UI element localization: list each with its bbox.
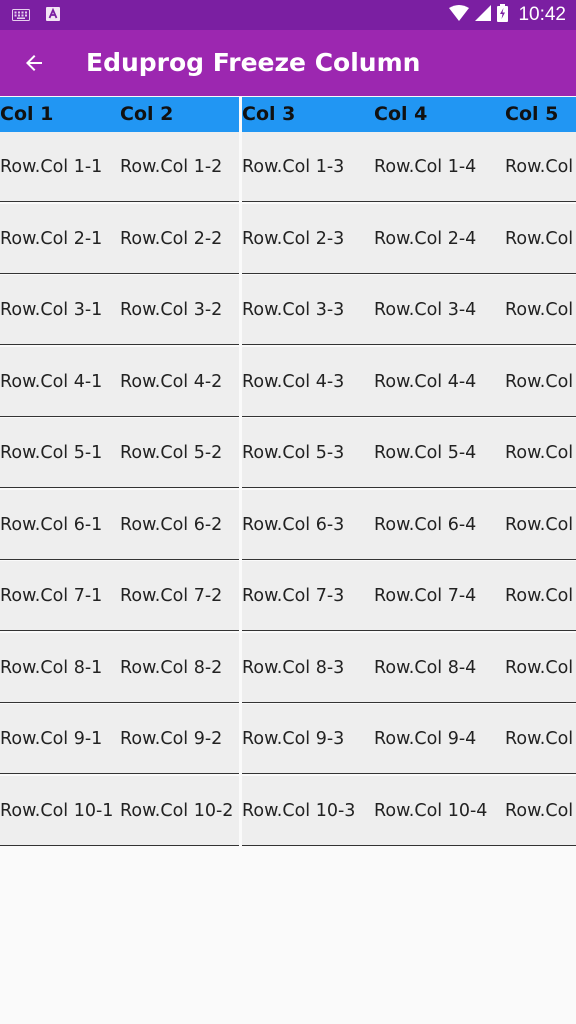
- table-cell: Row.Col 2-4: [374, 229, 477, 249]
- table-cell: Row.Col 5-4: [374, 443, 477, 463]
- table-row[interactable]: Row.Col 2-3 Row.Col 2-4 Row.Col: [242, 204, 576, 274]
- page-title: Eduprog Freeze Column: [86, 48, 421, 77]
- table-row[interactable]: Row.Col 9-1 Row.Col 9-2: [0, 704, 239, 774]
- battery-icon: [497, 4, 509, 26]
- table-cell: Row.Col 8-1: [0, 658, 103, 678]
- status-bar: 10:42: [0, 0, 576, 30]
- table-cell: Row.Col 1-2: [120, 157, 223, 177]
- table-cell: Row.Col: [505, 300, 574, 320]
- table-cell: Row.Col: [505, 729, 574, 749]
- frozen-columns-panel[interactable]: Col 1 Col 2 Row.Col 1-1 Row.Col 1-2 Row.Co…: [0, 97, 239, 850]
- table-row[interactable]: Row.Col 8-3 Row.Col 8-4 Row.Col: [242, 633, 576, 703]
- table-cell: Row.Col: [505, 658, 574, 678]
- a-icon: [46, 6, 60, 25]
- table-cell: Row.Col 7-2: [120, 586, 223, 606]
- table-cell: Row.Col 5-3: [242, 443, 345, 463]
- app-bar: Eduprog Freeze Column: [0, 30, 576, 96]
- table-cell: Row.Col 7-4: [374, 586, 477, 606]
- table-row[interactable]: Row.Col 4-1 Row.Col 4-2: [0, 347, 239, 417]
- table-cell: Row.Col 5-2: [120, 443, 223, 463]
- table-cell: Row.Col 6-1: [0, 515, 103, 535]
- table-cell: Row.Col: [505, 157, 574, 177]
- status-right: 10:42: [449, 0, 566, 30]
- table-cell: Row.Col 6-2: [120, 515, 223, 535]
- table-row[interactable]: Row.Col 7-3 Row.Col 7-4 Row.Col: [242, 561, 576, 631]
- table-cell: Row.Col 4-2: [120, 372, 223, 392]
- table-row[interactable]: Row.Col 4-3 Row.Col 4-4 Row.Col: [242, 347, 576, 417]
- table-cell: Row.Col 9-3: [242, 729, 345, 749]
- table-cell: Row.Col 1-1: [0, 157, 103, 177]
- table-cell: Row.Col 8-4: [374, 658, 477, 678]
- table-cell: Row.Col 9-2: [120, 729, 223, 749]
- table-cell: Row.Col 3-2: [120, 300, 223, 320]
- signal-icon: [475, 5, 492, 25]
- back-button[interactable]: [14, 43, 54, 83]
- table-cell: Row.Col 5-1: [0, 443, 103, 463]
- arrow-left-icon: [26, 55, 42, 71]
- table-cell: Row.Col 10-2: [120, 801, 234, 821]
- table-row[interactable]: Row.Col 3-3 Row.Col 3-4 Row.Col: [242, 275, 576, 345]
- table-cell: Row.Col 3-3: [242, 300, 345, 320]
- table-cell: Row.Col 7-1: [0, 586, 103, 606]
- header-col-3: Col 3: [242, 103, 296, 125]
- table-cell: Row.Col: [505, 801, 574, 821]
- table-cell: Row.Col 2-2: [120, 229, 223, 249]
- status-left: [12, 0, 60, 30]
- table-cell: Row.Col 2-3: [242, 229, 345, 249]
- table-row[interactable]: Row.Col 10-3 Row.Col 10-4 Row.Col: [242, 776, 576, 846]
- table-cell: Row.Col 7-3: [242, 586, 345, 606]
- header-col-2: Col 2: [120, 103, 174, 125]
- table-row[interactable]: Row.Col 6-1 Row.Col 6-2: [0, 490, 239, 560]
- wifi-icon: [449, 5, 470, 25]
- table-cell: Row.Col 4-3: [242, 372, 345, 392]
- freeze-table: Col 1 Col 2 Row.Col 1-1 Row.Col 1-2 Row.Co…: [0, 97, 576, 850]
- table-cell: Row.Col: [505, 229, 574, 249]
- header-col-5: Col 5: [505, 103, 559, 125]
- table-cell: Row.Col 6-3: [242, 515, 345, 535]
- table-row[interactable]: Row.Col 8-1 Row.Col 8-2: [0, 633, 239, 703]
- table-cell: Row.Col 2-1: [0, 229, 103, 249]
- table-row[interactable]: Row.Col 2-1 Row.Col 2-2: [0, 204, 239, 274]
- table-row[interactable]: Row.Col 9-3 Row.Col 9-4 Row.Col: [242, 704, 576, 774]
- status-time: 10:42: [518, 4, 566, 25]
- scrollable-columns-panel[interactable]: Col 3 Col 4 Col 5 Row.Col 1-3 Row.Col 1-4…: [242, 97, 576, 850]
- table-row[interactable]: Row.Col 1-1 Row.Col 1-2: [0, 132, 239, 202]
- scroll-header-row: Col 3 Col 4 Col 5: [242, 97, 576, 132]
- table-row[interactable]: Row.Col 6-3 Row.Col 6-4 Row.Col: [242, 490, 576, 560]
- table-cell: Row.Col: [505, 372, 574, 392]
- table-cell: Row.Col 10-1: [0, 801, 114, 821]
- table-row[interactable]: Row.Col 3-1 Row.Col 3-2: [0, 275, 239, 345]
- table-row[interactable]: Row.Col 1-3 Row.Col 1-4 Row.Col: [242, 132, 576, 202]
- keyboard-icon: [12, 6, 30, 25]
- table-cell: Row.Col 10-3: [242, 801, 356, 821]
- table-cell: Row.Col 3-1: [0, 300, 103, 320]
- table-cell: Row.Col 4-1: [0, 372, 103, 392]
- table-cell: Row.Col: [505, 586, 574, 606]
- table-row[interactable]: Row.Col 5-1 Row.Col 5-2: [0, 418, 239, 488]
- frozen-header-row: Col 1 Col 2: [0, 97, 239, 132]
- table-cell: Row.Col: [505, 443, 574, 463]
- table-cell: Row.Col 10-4: [374, 801, 488, 821]
- table-cell: Row.Col 6-4: [374, 515, 477, 535]
- header-col-1: Col 1: [0, 103, 54, 125]
- table-cell: Row.Col 3-4: [374, 300, 477, 320]
- table-row[interactable]: Row.Col 7-1 Row.Col 7-2: [0, 561, 239, 631]
- table-row[interactable]: Row.Col 10-1 Row.Col 10-2: [0, 776, 239, 846]
- table-cell: Row.Col 9-1: [0, 729, 103, 749]
- table-cell: Row.Col 9-4: [374, 729, 477, 749]
- table-cell: Row.Col 8-3: [242, 658, 345, 678]
- table-row[interactable]: Row.Col 5-3 Row.Col 5-4 Row.Col: [242, 418, 576, 488]
- table-cell: Row.Col 4-4: [374, 372, 477, 392]
- header-col-4: Col 4: [374, 103, 428, 125]
- table-cell: Row.Col 1-3: [242, 157, 345, 177]
- table-cell: Row.Col 8-2: [120, 658, 223, 678]
- table-cell: Row.Col 1-4: [374, 157, 477, 177]
- table-cell: Row.Col: [505, 515, 574, 535]
